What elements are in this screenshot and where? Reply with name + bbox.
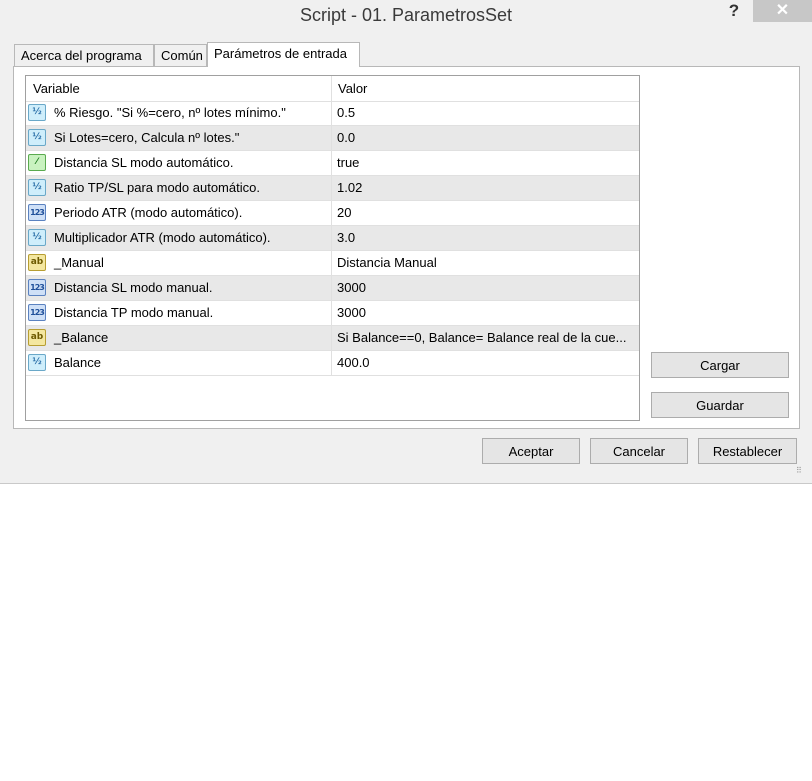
parameter-name: Distancia SL modo automático. [54,155,234,170]
parameter-name: Distancia SL modo manual. [54,280,213,295]
parameter-value[interactable]: Si Balance==0, Balance= Balance real de … [337,326,635,350]
table-row[interactable]: ab _Balance Si Balance==0, Balance= Balanc… [26,326,639,351]
tab-input-parameters[interactable]: Parámetros de entrada [207,42,360,67]
parameter-value[interactable]: 3000 [337,301,635,325]
load-button[interactable]: Cargar [651,352,789,378]
parameter-value[interactable]: 0.0 [337,126,635,150]
table-row[interactable]: 123 Periodo ATR (modo automático). 20 [26,201,639,226]
parameter-value[interactable]: Distancia Manual [337,251,635,275]
double-type-icon: ½ [28,354,46,371]
table-row[interactable]: ½ % Riesgo. "Si %=cero, nº lotes mínimo."… [26,101,639,126]
string-type-icon: ab [28,254,46,271]
parameter-value[interactable]: 3000 [337,276,635,300]
column-header-value[interactable]: Valor [338,76,367,101]
ok-button[interactable]: Aceptar [482,438,580,464]
table-row[interactable]: 123 Distancia TP modo manual. 3000 [26,301,639,326]
double-type-icon: ½ [28,129,46,146]
dialog-window: Script - 01. ParametrosSet ? ✕ Acerca de… [0,0,812,484]
bool-type-icon: ⁄ [28,154,46,171]
grid-header: Variable Valor [26,76,639,102]
column-divider[interactable] [331,76,332,376]
int-type-icon: 123 [28,279,46,296]
parameter-value[interactable]: true [337,151,635,175]
parameter-name: % Riesgo. "Si %=cero, nº lotes mínimo." [54,105,286,120]
parameter-value[interactable]: 20 [337,201,635,225]
tab-common[interactable]: Común [154,44,207,66]
parameter-value[interactable]: 1.02 [337,176,635,200]
table-row[interactable]: ab _Manual Distancia Manual [26,251,639,276]
table-row[interactable]: ⁄ Distancia SL modo automático. true [26,151,639,176]
double-type-icon: ½ [28,179,46,196]
parameter-name: _Balance [54,330,109,345]
double-type-icon: ½ [28,104,46,121]
table-row[interactable]: 123 Distancia SL modo manual. 3000 [26,276,639,301]
int-type-icon: 123 [28,304,46,321]
close-icon[interactable]: ✕ [753,0,812,22]
parameter-name: _Manual [54,255,104,270]
int-type-icon: 123 [28,204,46,221]
table-row[interactable]: ½ Balance 400.0 [26,351,639,376]
reset-button[interactable]: Restablecer [698,438,797,464]
cancel-button[interactable]: Cancelar [590,438,688,464]
table-row[interactable]: ½ Si Lotes=cero, Calcula nº lotes." 0.0 [26,126,639,151]
help-icon[interactable]: ? [722,0,746,22]
table-row[interactable]: ½ Multiplicador ATR (modo automático). 3.0 [26,226,639,251]
parameter-name: Ratio TP/SL para modo automático. [54,180,260,195]
parameter-name: Periodo ATR (modo automático). [54,205,243,220]
double-type-icon: ½ [28,229,46,246]
parameter-value[interactable]: 400.0 [337,351,635,375]
string-type-icon: ab [28,329,46,346]
tab-about[interactable]: Acerca del programa [14,44,154,66]
parameter-value[interactable]: 0.5 [337,101,635,125]
table-row[interactable]: ½ Ratio TP/SL para modo automático. 1.02 [26,176,639,201]
column-header-variable[interactable]: Variable [33,76,80,101]
parameter-name: Multiplicador ATR (modo automático). [54,230,271,245]
parameter-value[interactable]: 3.0 [337,226,635,250]
window-title: Script - 01. ParametrosSet [299,5,513,25]
parameters-grid: Variable Valor ½ % Riesgo. "Si %=cero, nº… [25,75,640,421]
title-bar: Script - 01. ParametrosSet ? ✕ [0,0,812,32]
parameter-name: Balance [54,355,101,370]
save-button[interactable]: Guardar [651,392,789,418]
resize-grip-icon[interactable]: ⠿ [796,466,806,476]
parameter-name: Si Lotes=cero, Calcula nº lotes." [54,130,240,145]
parameter-name: Distancia TP modo manual. [54,305,214,320]
